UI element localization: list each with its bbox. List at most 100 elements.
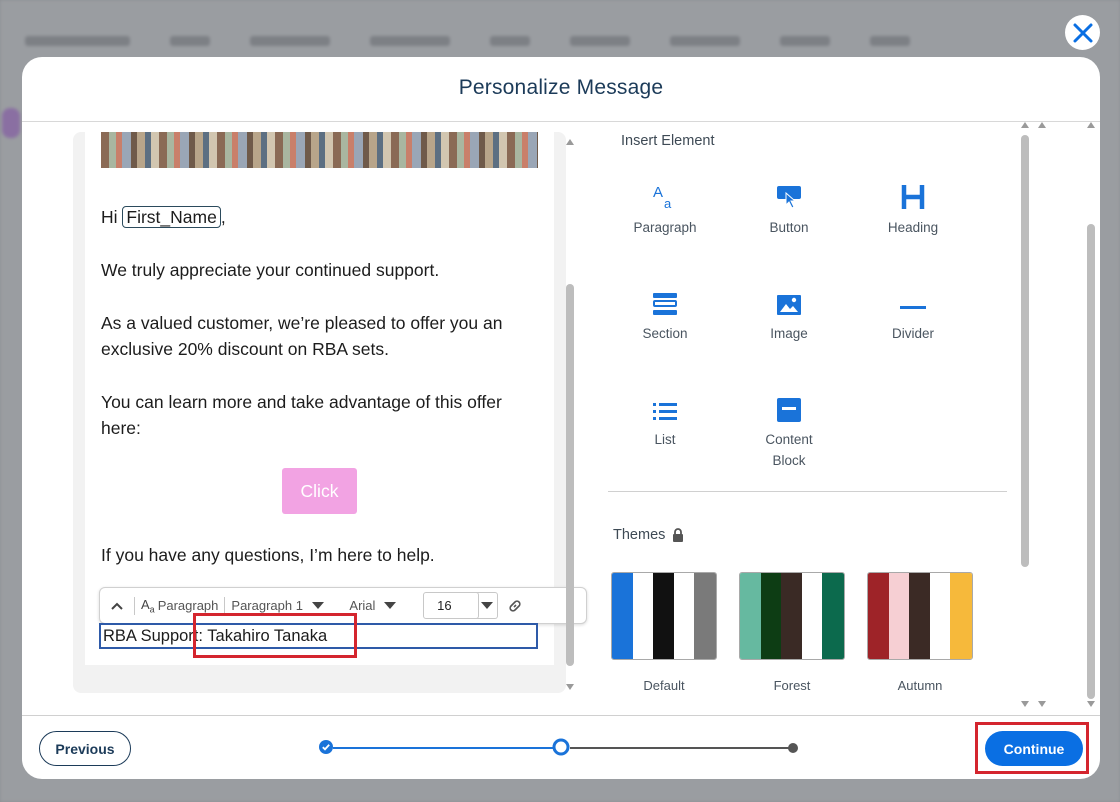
theme-autumn-swatch[interactable]: [867, 572, 973, 660]
image-label: Image: [770, 326, 808, 341]
divider-icon: [900, 306, 926, 309]
insert-heading[interactable]: Heading: [853, 177, 973, 238]
title-divider: [22, 121, 1100, 122]
swatch-color: [653, 573, 674, 659]
modal-scrollbar[interactable]: [1086, 119, 1096, 711]
insert-content-block[interactable]: Content Block: [729, 389, 849, 471]
background-nav: [0, 22, 1120, 60]
format-dropdown[interactable]: Paragraph 1: [225, 598, 343, 613]
content-block-icon: [777, 398, 801, 422]
greeting-line[interactable]: Hi First_Name,: [101, 204, 226, 230]
list-label: List: [654, 432, 676, 447]
scroll-up-icon[interactable]: [566, 139, 574, 145]
insert-paragraph[interactable]: Aa Paragraph: [605, 177, 725, 238]
dropdown-arrow-icon: [384, 602, 397, 609]
style-label: Paragraph: [157, 598, 219, 613]
button-label: Button: [769, 220, 809, 235]
themes-title: Themes: [613, 527, 666, 543]
scroll-up-icon[interactable]: [1087, 122, 1095, 128]
scroll-up-icon[interactable]: [1021, 122, 1029, 128]
font-size-dropdown[interactable]: [476, 592, 499, 619]
collapse-toolbar-button[interactable]: [100, 601, 134, 611]
theme-forest-swatch[interactable]: [739, 572, 845, 660]
editor-scrollbar[interactable]: [566, 132, 576, 693]
modal-scroll-thumb[interactable]: [1087, 224, 1095, 699]
step-upcoming-icon: [788, 743, 798, 753]
swatch-color: [673, 573, 695, 659]
stepper-line-complete: [333, 747, 559, 749]
greeting-text: Hi: [101, 207, 118, 227]
theme-autumn-label: Autumn: [897, 678, 943, 693]
highlight-continue: [975, 722, 1089, 774]
divider-label: Divider: [891, 326, 934, 341]
previous-button[interactable]: Previous: [39, 731, 131, 766]
swatch-color: [868, 573, 889, 659]
banner-image: [101, 132, 538, 168]
swatch-color: [694, 573, 716, 659]
insert-image[interactable]: Image: [729, 283, 849, 344]
insert-section[interactable]: Section: [605, 283, 725, 344]
theme-forest-label: Forest: [773, 678, 811, 693]
panel-scroll-thumb[interactable]: [1021, 135, 1029, 567]
heading-icon: [901, 185, 925, 209]
panel-scrollbar-2[interactable]: [1038, 119, 1048, 711]
swatch-color: [950, 573, 972, 659]
close-button[interactable]: [1065, 15, 1100, 50]
insert-divider[interactable]: Divider: [853, 283, 973, 344]
dropdown-arrow-icon: [311, 602, 324, 609]
insert-link-button[interactable]: [498, 598, 532, 614]
insert-button[interactable]: Button: [729, 177, 849, 238]
scroll-down-icon[interactable]: [1087, 701, 1095, 707]
heading-label: Heading: [887, 220, 939, 235]
footer-divider: [22, 715, 1100, 716]
content-block-label: Content: [765, 432, 813, 447]
body-line-2a[interactable]: As a valued customer, we’re pleased to o…: [101, 310, 502, 336]
paragraph-style-icon: Aa: [141, 596, 155, 615]
body-line-2b[interactable]: exclusive 20% discount on RBA sets.: [101, 336, 389, 362]
stepper-line-upcoming: [570, 747, 790, 749]
editor-scroll-thumb[interactable]: [566, 284, 574, 666]
greeting-comma: ,: [220, 207, 226, 227]
swatch-color: [909, 573, 930, 659]
button-tap-icon: [777, 186, 801, 209]
panel-divider: [608, 491, 1007, 492]
scroll-down-icon[interactable]: [1021, 701, 1029, 707]
step-current-icon: [552, 738, 570, 756]
swatch-color: [740, 573, 761, 659]
body-line-3a[interactable]: You can learn more and take advantage of…: [101, 389, 502, 415]
lock-icon: [673, 528, 684, 542]
link-icon: [509, 599, 522, 612]
theme-default-swatch[interactable]: [611, 572, 717, 660]
body-line-3b[interactable]: here:: [101, 415, 141, 441]
font-size-input[interactable]: 16: [423, 592, 480, 619]
personalize-modal: Personalize Message Hi First_Name, We tr…: [22, 57, 1100, 779]
image-icon: [777, 295, 801, 315]
highlight-signature-name: [193, 613, 357, 658]
font-value: Arial: [349, 598, 376, 613]
body-line-4[interactable]: If you have any questions, I’m here to h…: [101, 542, 435, 568]
email-canvas[interactable]: Hi First_Name, We truly appreciate your …: [85, 132, 554, 665]
dropdown-arrow-icon: [480, 602, 493, 609]
section-label: Section: [642, 326, 688, 341]
first-name-token[interactable]: First_Name: [122, 206, 221, 228]
style-selector[interactable]: Aa Paragraph: [135, 597, 224, 615]
section-icon: [653, 293, 677, 315]
scroll-down-icon[interactable]: [566, 684, 574, 690]
body-line-1[interactable]: We truly appreciate your continued suppo…: [101, 257, 439, 283]
font-dropdown[interactable]: Arial: [343, 598, 413, 613]
swatch-color: [822, 573, 844, 659]
background-avatar: [2, 108, 20, 138]
format-value: Paragraph 1: [231, 598, 303, 613]
modal-title: Personalize Message: [458, 76, 664, 99]
insert-element-title: Insert Element: [621, 133, 715, 149]
close-icon: [1073, 23, 1092, 42]
paragraph-icon: Aa: [653, 184, 672, 211]
list-icon: [653, 403, 677, 420]
insert-list[interactable]: List: [605, 389, 725, 450]
panel-scrollbar[interactable]: [1020, 119, 1030, 711]
chevron-up-icon: [111, 602, 123, 610]
scroll-down-icon[interactable]: [1038, 701, 1046, 707]
themes-heading: Themes: [613, 527, 684, 543]
scroll-up-icon[interactable]: [1038, 122, 1046, 128]
cta-button[interactable]: Click: [282, 468, 357, 514]
